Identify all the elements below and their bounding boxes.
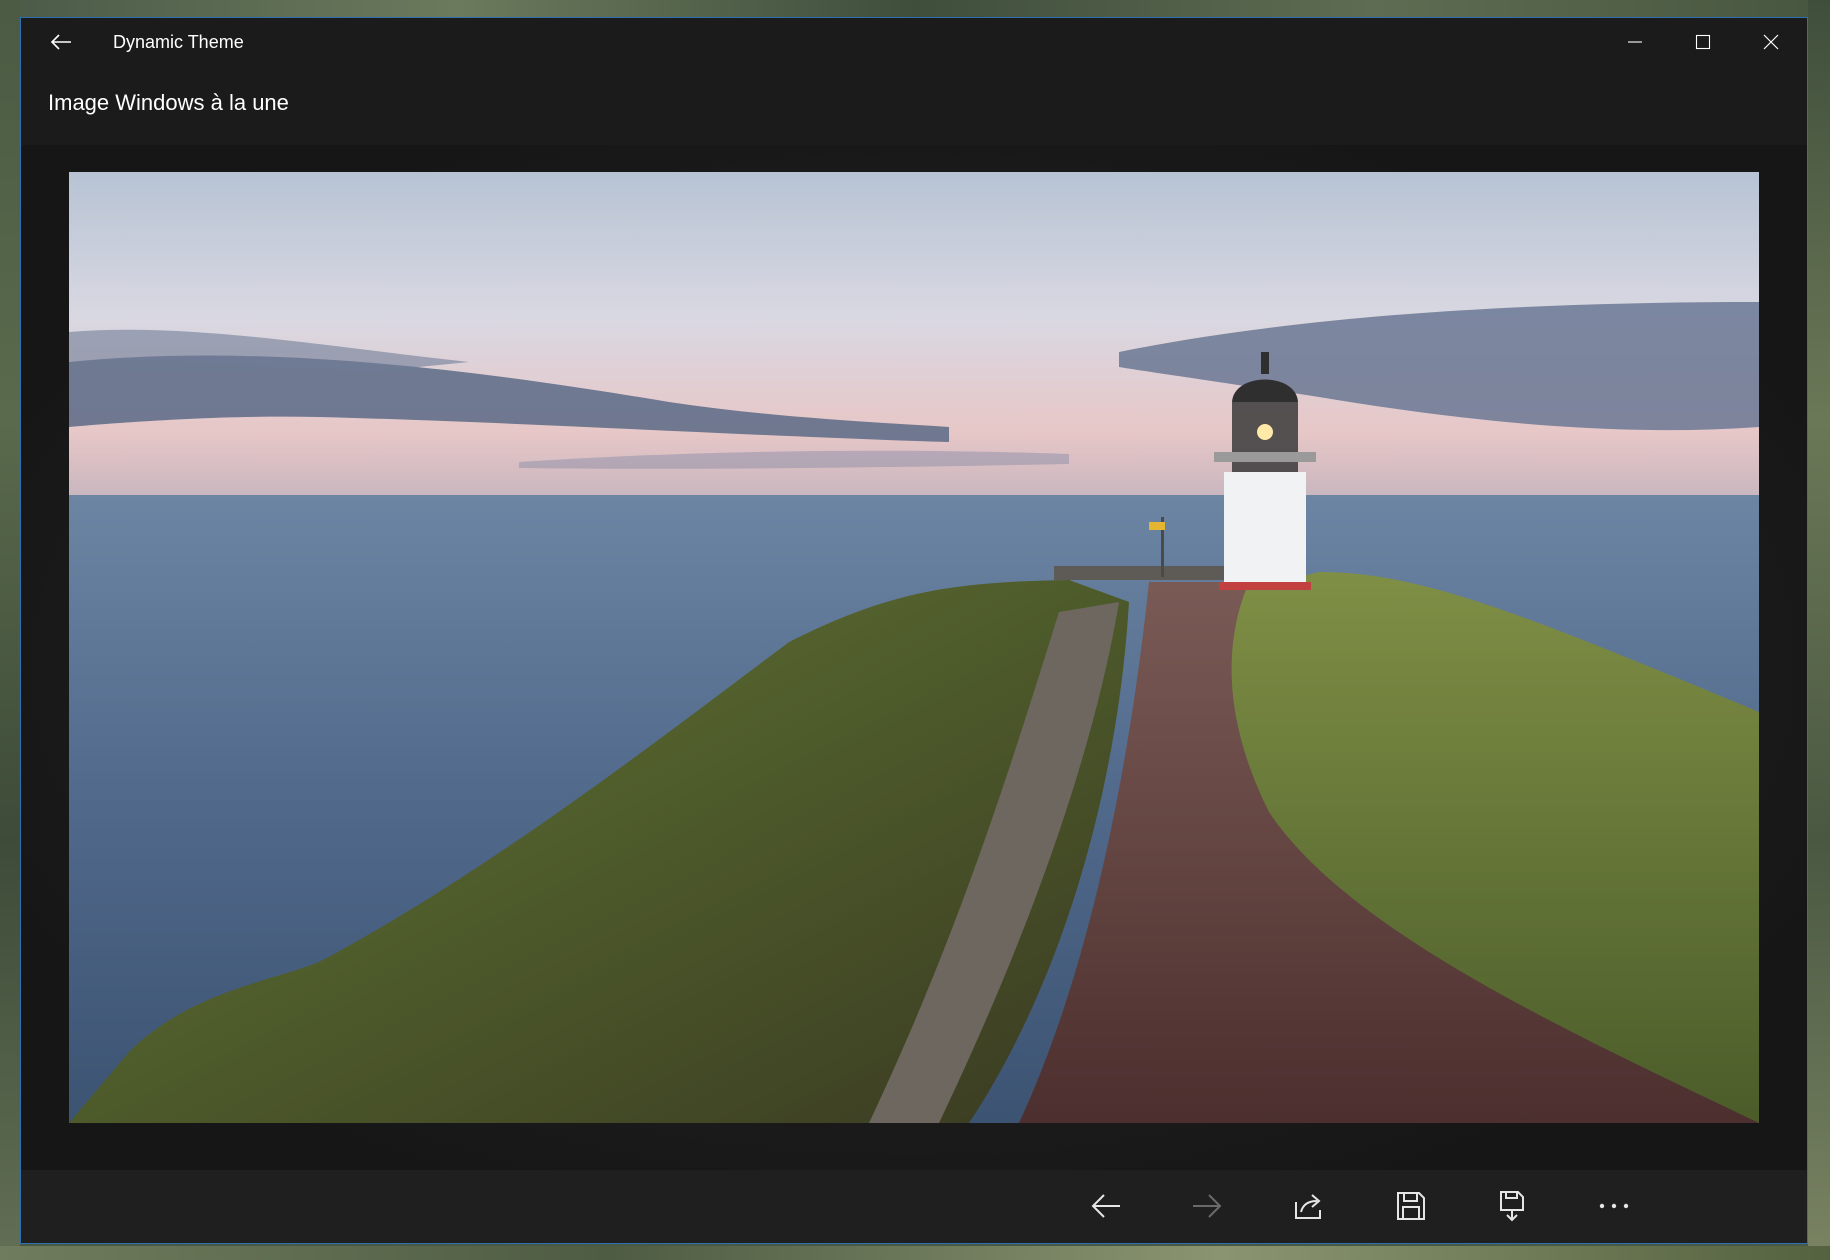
back-button[interactable] [33,24,89,60]
share-icon [1295,1194,1321,1219]
minimize-icon [1628,41,1642,43]
arrow-right-icon [1193,1194,1222,1218]
desktop-background-right [1808,0,1830,1260]
save-as-button[interactable] [1482,1183,1542,1229]
maximize-icon [1695,34,1711,50]
desktop-background-bottom [0,1246,1830,1260]
bottom-app-bar [21,1170,1807,1243]
wallpaper-image [69,172,1759,1123]
app-window: Dynamic Theme Image Windows à la une [20,17,1808,1244]
app-title: Dynamic Theme [113,32,244,52]
save-button[interactable] [1381,1183,1441,1229]
close-icon [1763,34,1779,50]
more-icon [1599,1203,1629,1209]
content-area [21,145,1807,1188]
desktop-background-top [0,0,1830,18]
title-bar[interactable]: Dynamic Theme [21,18,1807,66]
close-button[interactable] [1737,18,1805,66]
arrow-left-icon [1091,1194,1120,1218]
page-header: Image Windows à la une [21,66,1807,145]
previous-image-button[interactable] [1076,1183,1136,1229]
page-title: Image Windows à la une [48,90,289,115]
maximize-button[interactable] [1669,18,1737,66]
lighthouse-on-cliff-photo [69,172,1759,1123]
desktop-background-left [0,0,20,1260]
save-icon [1397,1192,1425,1220]
more-options-button[interactable] [1584,1183,1644,1229]
share-button[interactable] [1279,1183,1339,1229]
minimize-button[interactable] [1601,18,1669,66]
arrow-left-icon [50,34,71,50]
save-as-icon [1500,1191,1524,1222]
next-image-button[interactable] [1177,1183,1237,1229]
